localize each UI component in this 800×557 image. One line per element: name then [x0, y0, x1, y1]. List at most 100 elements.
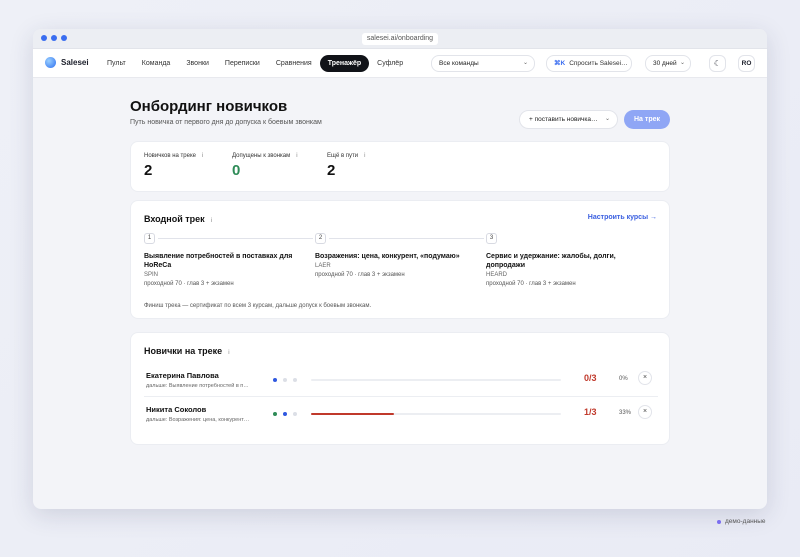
- ask-salesei-label: Спросить Salesei…: [569, 60, 628, 67]
- newbie-name: Никита Соколов: [146, 405, 207, 414]
- newbie-percent: 0%: [619, 376, 628, 382]
- course-item[interactable]: 1 Выявление потребностей в поставках для…: [144, 233, 313, 287]
- stat-label: Ещё в пути: [327, 153, 359, 159]
- ask-salesei-button[interactable]: ⌘K Спросить Salesei…: [546, 55, 632, 72]
- put-on-track-button[interactable]: На трек: [624, 110, 670, 129]
- demo-data-label: демо-данные: [725, 518, 766, 525]
- step-dot: [293, 378, 297, 382]
- entry-track-card: Входной трек i Настроить курсы → 1 Выявле…: [130, 200, 670, 319]
- course-step-dots: [273, 412, 297, 416]
- stat-value: 2: [144, 162, 153, 179]
- nav-menu: Пульт Команда Звонки Переписки Сравнения…: [99, 55, 411, 72]
- moon-icon: ☾: [713, 59, 722, 68]
- course-name: Выявление потребностей в поставках для H…: [144, 253, 293, 269]
- top-navbar: Salesei Пульт Команда Звонки Переписки С…: [33, 49, 767, 78]
- brand-logo[interactable]: Salesei: [45, 57, 89, 68]
- course-meta: проходной 70 · глав 3 + экзамен: [315, 272, 405, 278]
- brand-name: Salesei: [61, 58, 89, 67]
- newbies-card: Новички на треке i Екатерина Павлова даль…: [130, 332, 670, 445]
- chevron-down-icon: ⌄: [679, 60, 685, 66]
- nav-item-chats[interactable]: Переписки: [217, 55, 268, 72]
- stat-value: 2: [327, 162, 336, 179]
- browser-titlebar: salesei.ai/onboarding: [33, 29, 767, 49]
- course-number: 2: [315, 233, 326, 244]
- period-select[interactable]: 30 дней ⌄: [645, 55, 691, 72]
- nav-item-pult[interactable]: Пульт: [99, 55, 134, 72]
- status-dot-icon: [717, 519, 721, 524]
- stat-label: Допущены к звонкам: [232, 153, 291, 159]
- info-icon[interactable]: i: [228, 350, 229, 356]
- course-connector: [158, 238, 313, 239]
- chevron-down-icon: ⌄: [604, 116, 610, 122]
- newbie-next-course: дальше: Выявление потребностей в п…: [146, 383, 249, 389]
- card-title: Новички на треке: [144, 346, 223, 356]
- stat-label: Новичков на треке: [144, 153, 196, 159]
- course-method: SPIN: [144, 272, 159, 278]
- step-dot: [283, 378, 287, 382]
- theme-toggle-button[interactable]: ☾: [709, 55, 726, 72]
- course-number: 1: [144, 233, 155, 244]
- info-icon[interactable]: i: [364, 153, 365, 159]
- stats-card: Новичков на треке i 2 Допущены к звонкам i…: [130, 141, 670, 192]
- course-method: LAER: [315, 263, 331, 269]
- nav-item-team[interactable]: Команда: [134, 55, 179, 72]
- main-content: Онбординг новичков Путь новичка от перво…: [33, 78, 767, 509]
- step-dot: [293, 412, 297, 416]
- newbie-next-course: дальше: Возражения: цена, конкурент…: [146, 417, 250, 423]
- configure-courses-link[interactable]: Настроить курсы →: [588, 214, 657, 221]
- stat-value: 0: [232, 162, 241, 179]
- chevron-down-icon: ⌄: [522, 60, 528, 66]
- info-icon[interactable]: i: [296, 153, 297, 159]
- card-title: Входной трек: [144, 214, 205, 224]
- newbie-score: 1/3: [584, 407, 597, 417]
- close-icon: ×: [642, 408, 648, 415]
- course-item[interactable]: 3 Сервис и удержание: жалобы, долги, доп…: [486, 233, 654, 287]
- course-meta: проходной 70 · глав 3 + экзамен: [486, 281, 576, 287]
- progress-bar: [311, 413, 561, 415]
- course-method: HEARD: [486, 272, 508, 278]
- info-icon[interactable]: i: [202, 153, 203, 159]
- progress-bar: [311, 379, 561, 381]
- stat-on-track: Новичков на треке i 2: [144, 153, 203, 179]
- newbie-row[interactable]: Никита Соколов дальше: Возражения: цена,…: [144, 402, 658, 431]
- avatar[interactable]: RO: [738, 55, 755, 72]
- step-dot: [273, 378, 277, 382]
- newbie-name: Екатерина Павлова: [146, 371, 219, 380]
- period-select-value: 30 дней: [653, 60, 677, 67]
- remove-newbie-button[interactable]: ×: [638, 405, 652, 419]
- shortcut-hint: ⌘K: [554, 60, 566, 67]
- info-icon[interactable]: i: [211, 218, 212, 224]
- course-name: Возражения: цена, конкурент, «подумаю»: [315, 253, 460, 260]
- team-select[interactable]: Все команды ⌄: [431, 55, 535, 72]
- nav-item-prompter[interactable]: Суфлёр: [369, 55, 411, 72]
- window-dot[interactable]: [51, 35, 57, 41]
- page-subtitle: Путь новичка от первого дня до допуска к…: [130, 119, 322, 126]
- nav-item-calls[interactable]: Звонки: [178, 55, 217, 72]
- course-connector: [329, 238, 484, 239]
- team-select-value: Все команды: [439, 60, 479, 67]
- logo-mark-icon: [45, 57, 56, 68]
- newbie-row[interactable]: Екатерина Павлова дальше: Выявление потр…: [144, 368, 658, 397]
- url-bar[interactable]: salesei.ai/onboarding: [362, 33, 438, 45]
- course-step-dots: [273, 378, 297, 382]
- add-newbie-select[interactable]: + поставить новичка… ⌄: [519, 110, 618, 129]
- add-newbie-label: + поставить новичка…: [529, 116, 598, 123]
- browser-window: salesei.ai/onboarding Salesei Пульт Кома…: [33, 29, 767, 509]
- stat-in-progress: Ещё в пути i 2: [327, 153, 366, 179]
- nav-item-comparisons[interactable]: Сравнения: [268, 55, 320, 72]
- page-title: Онбординг новичков: [130, 98, 288, 115]
- remove-newbie-button[interactable]: ×: [638, 371, 652, 385]
- course-item[interactable]: 2 Возражения: цена, конкурент, «подумаю»…: [315, 233, 484, 278]
- demo-data-badge: демо-данные: [717, 518, 766, 525]
- course-meta: проходной 70 · глав 3 + экзамен: [144, 281, 234, 287]
- window-dot[interactable]: [61, 35, 67, 41]
- progress-bar-fill: [311, 413, 394, 415]
- nav-item-trainer[interactable]: Тренажёр: [319, 55, 370, 72]
- step-dot: [283, 412, 287, 416]
- course-name: Сервис и удержание: жалобы, долги, допро…: [486, 253, 616, 269]
- track-footer-note: Финиш трека — сертификат по всем 3 курса…: [144, 303, 372, 309]
- window-dot[interactable]: [41, 35, 47, 41]
- close-icon: ×: [642, 374, 648, 381]
- newbie-score: 0/3: [584, 373, 597, 383]
- window-controls: [41, 35, 67, 41]
